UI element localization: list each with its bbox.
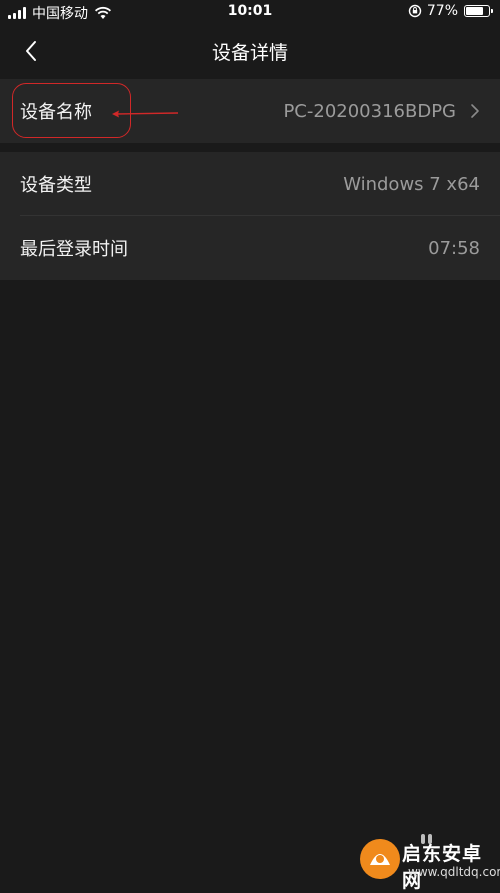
watermark-url: www.qdltdq.com [408,865,500,879]
watermark-logo-icon [360,839,400,879]
battery-percent: 77% [426,3,458,19]
status-bar: 中国移动 10:01 77% [0,0,500,26]
device-type-label: 设备类型 [20,175,92,196]
device-type-row: 设备类型 Windows 7 x64 [0,152,500,216]
last-login-label: 最后登录时间 [20,239,128,260]
device-name-label: 设备名称 [20,102,92,123]
last-login-value: 07:58 [428,237,480,259]
status-right: 77% [408,3,493,19]
chevron-right-icon [471,104,479,118]
device-name-row[interactable]: 设备名称 PC-20200316BDPG [0,79,500,143]
battery-icon [464,5,493,17]
rotation-lock-icon [408,4,422,18]
page-title: 设备详情 [211,42,288,64]
device-type-value: Windows 7 x64 [343,173,480,195]
last-login-row: 最后登录时间 07:58 [0,216,500,280]
back-button[interactable] [14,34,48,68]
chevron-left-icon [26,41,36,61]
device-name-value: PC-20200316BDPG [283,100,456,122]
watermark: 启东安卓网 www.qdltdq.com [356,829,500,892]
battery-level [466,7,483,15]
nav-bar: 设备详情 [0,26,500,76]
